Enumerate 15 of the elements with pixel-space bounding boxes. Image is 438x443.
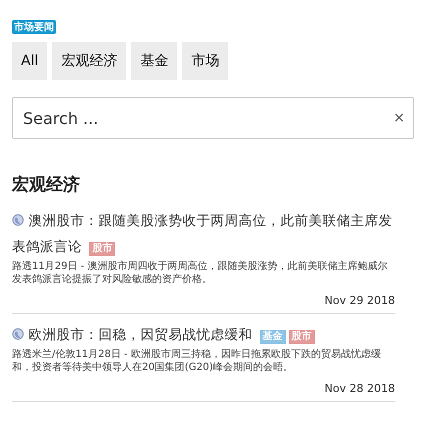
- article-summary: 路透11月29日 - 澳洲股市周四收于两周高位，跟随美股涨势，此前美联储主席鲍威尔发表鸽派言论提振了对风险敏感的资产价格。: [12, 260, 388, 286]
- globe-icon: [12, 214, 24, 226]
- article-title[interactable]: 澳洲股市：跟随美股涨势收于两周高位，此前美联储主席发表鸽派言论 股市: [12, 208, 395, 260]
- filter-tab[interactable]: All: [12, 42, 48, 80]
- filter-tab[interactable]: 基金: [131, 42, 178, 80]
- filter-tab[interactable]: 市场: [182, 42, 228, 80]
- article-date: Nov 28 2018: [324, 382, 395, 395]
- filter-tab[interactable]: 宏观经济: [52, 42, 126, 80]
- article-summary: 路透米兰/伦敦11月28日 - 欧洲股市周三持稳，因昨日拖累欧股下跌的贸易战忧虑缓和，投资者等待美中领导人在20国集团(G20)峰会期间的会晤。: [12, 348, 382, 374]
- category-badge: 市场要闻: [12, 20, 56, 34]
- close-icon[interactable]: ×: [393, 110, 405, 126]
- globe-icon: [12, 328, 24, 340]
- section-title: 宏观经济: [12, 174, 81, 196]
- search-field[interactable]: Search ... ×: [12, 97, 414, 139]
- article-date: Nov 29 2018: [324, 294, 395, 307]
